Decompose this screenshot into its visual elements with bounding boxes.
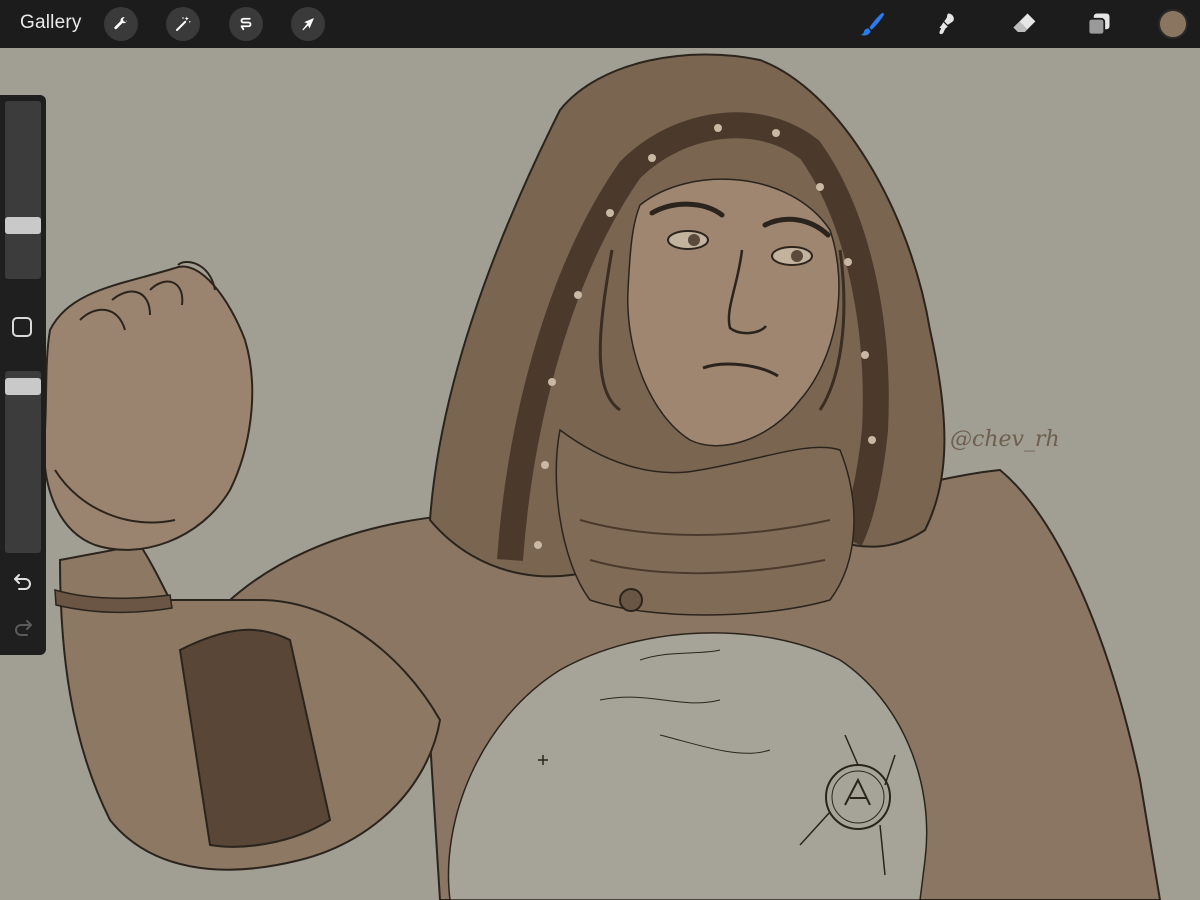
transform-arrow-icon: [302, 18, 314, 31]
layers-tool[interactable]: [1083, 8, 1115, 40]
brush-icon: [860, 12, 885, 36]
adjustments-button[interactable]: [166, 7, 200, 41]
layers-icon: [1087, 13, 1110, 36]
modify-button[interactable]: [12, 317, 32, 337]
brush-sidebar: [0, 95, 46, 655]
eraser-tool[interactable]: [1008, 8, 1040, 40]
drawing-canvas[interactable]: @chev_rh: [0, 48, 1200, 900]
brush-size-slider[interactable]: [5, 101, 41, 279]
undo-button[interactable]: [11, 569, 35, 593]
top-toolbar: Gallery: [0, 0, 1200, 48]
magic-wand-icon: [176, 16, 191, 31]
actions-button[interactable]: [104, 7, 138, 41]
opacity-slider[interactable]: [5, 371, 41, 553]
gallery-button[interactable]: Gallery: [20, 12, 82, 34]
redo-button[interactable]: [11, 615, 35, 639]
brush-size-handle[interactable]: [5, 216, 41, 234]
selection-icon: [240, 17, 252, 31]
brush-tool[interactable]: [856, 8, 888, 40]
artwork: @chev_rh: [0, 48, 1200, 900]
undo-icon: [14, 574, 31, 590]
artist-signature: @chev_rh: [950, 427, 1060, 452]
selection-button[interactable]: [229, 7, 263, 41]
opacity-handle[interactable]: [5, 377, 41, 395]
redo-icon: [15, 620, 32, 636]
smudge-tool[interactable]: [930, 8, 962, 40]
color-picker-swatch[interactable]: [1158, 9, 1188, 39]
smudge-icon: [939, 13, 954, 35]
wrench-icon: [114, 17, 127, 30]
transform-button[interactable]: [291, 7, 325, 41]
eraser-icon: [1013, 13, 1036, 32]
